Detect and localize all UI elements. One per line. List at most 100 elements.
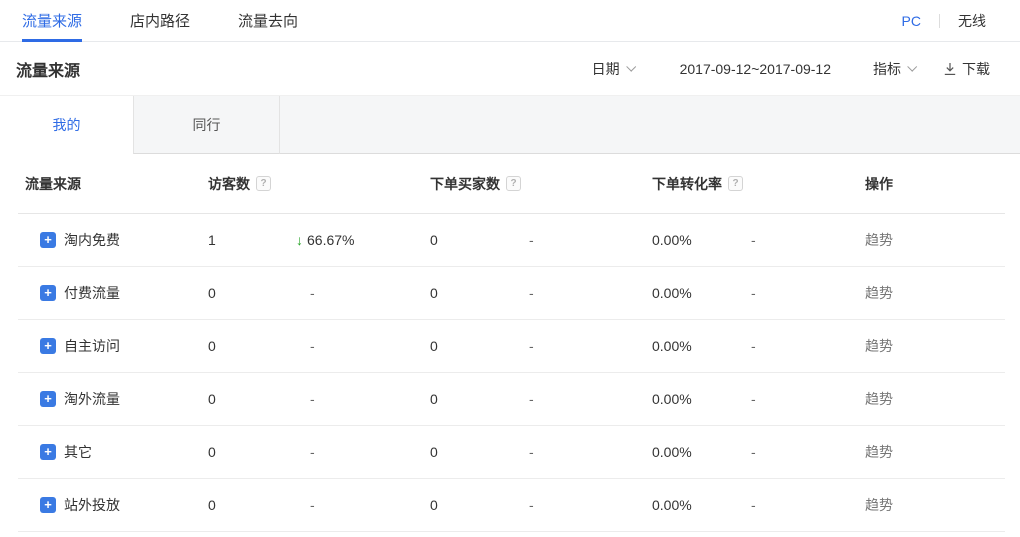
source-label: 淘内免费 [64,230,120,250]
active-tab-underline [22,39,82,42]
conversion-value: 0.00% [652,338,751,354]
topnav-item-traffic-destination[interactable]: 流量去向 [238,0,298,42]
help-icon[interactable]: ? [256,176,271,191]
expand-plus-icon[interactable]: + [40,497,56,513]
page-title: 流量来源 [16,57,80,81]
buyers-change: - [529,285,652,301]
buyers-value: 0 [430,444,529,460]
buyers-change: - [529,232,652,248]
visitors-value: 0 [208,497,296,513]
download-label: 下载 [962,59,990,79]
conversion-value: 0.00% [652,391,751,407]
column-header-source: 流量来源 [0,174,208,194]
buyers-value: 0 [430,497,529,513]
table-row: + 淘内免费 1 ↓ 66.67% 0 - 0.00% - 趋势 [0,214,1020,266]
buyers-change: - [529,391,652,407]
date-dropdown[interactable]: 日期 [592,59,634,79]
column-header-label: 下单买家数 [430,174,500,194]
trend-link[interactable]: 趋势 [865,497,893,513]
visitors-change: - [296,444,430,460]
column-header-action: 操作 [865,174,1020,194]
source-label: 自主访问 [64,336,120,356]
conversion-change: - [751,444,865,460]
visitors-value: 0 [208,444,296,460]
help-icon[interactable]: ? [728,176,743,191]
buyers-value: 0 [430,285,529,301]
table-row: + 站外投放 0 - 0 - 0.00% - 趋势 [0,479,1020,531]
tab-mine-label: 我的 [53,115,81,135]
trend-link[interactable]: 趋势 [865,444,893,460]
buyers-change: - [529,444,652,460]
source-label: 付费流量 [64,283,120,303]
source-label: 站外投放 [64,495,120,515]
tab-strip-filler [280,96,1020,154]
visitors-value: 0 [208,338,296,354]
help-icon[interactable]: ? [506,176,521,191]
buyers-change: - [529,497,652,513]
topnav-label: 店内路径 [130,10,190,31]
conversion-value: 0.00% [652,497,751,513]
expand-plus-icon[interactable]: + [40,338,56,354]
device-switcher: PC 无线 [902,11,986,31]
tab-strip: 我的 同行 [0,96,1020,154]
visitors-change: - [296,285,430,301]
expand-plus-icon[interactable]: + [40,285,56,301]
source-label: 其它 [64,442,92,462]
trend-link[interactable]: 趋势 [865,391,893,407]
trend-link[interactable]: 趋势 [865,338,893,354]
date-dropdown-label: 日期 [592,59,620,79]
metric-dropdown[interactable]: 指标 [873,59,915,79]
table-row: + 自主访问 0 - 0 - 0.00% - 趋势 [0,320,1020,372]
divider [939,14,940,28]
conversion-change: - [751,338,865,354]
topnav-label: 流量来源 [22,10,82,31]
tab-peer-label: 同行 [193,115,221,135]
topnav-item-traffic-source[interactable]: 流量来源 [22,0,82,42]
visitors-change: ↓ 66.67% [296,232,430,248]
expand-plus-icon[interactable]: + [40,232,56,248]
metric-dropdown-label: 指标 [873,59,901,79]
buyers-value: 0 [430,338,529,354]
visitors-value: 0 [208,285,296,301]
conversion-change: - [751,497,865,513]
expand-plus-icon[interactable]: + [40,444,56,460]
table-row: + 付费流量 0 - 0 - 0.00% - 趋势 [0,267,1020,319]
source-label: 淘外流量 [64,389,120,409]
visitors-change: - [296,338,430,354]
conversion-value: 0.00% [652,285,751,301]
traffic-source-table: 流量来源 访客数 ? 下单买家数 ? 下单转化率 ? 操作 + 淘内免费 1 ↓… [0,154,1020,532]
wireless-toggle[interactable]: 无线 [958,11,986,31]
download-icon [943,62,957,76]
top-nav: 流量来源 店内路径 流量去向 PC 无线 [0,0,1020,42]
date-range-picker[interactable]: 2017-09-12~2017-09-12 [680,61,831,77]
buyers-change: - [529,338,652,354]
column-header-visitors: 访客数 ? [208,174,296,194]
tab-mine[interactable]: 我的 [0,96,133,154]
visitors-change: - [296,497,430,513]
download-button[interactable]: 下载 [943,59,990,79]
trend-link[interactable]: 趋势 [865,232,893,248]
buyers-value: 0 [430,232,529,248]
panel-header: 流量来源 日期 2017-09-12~2017-09-12 指标 下载 [0,42,1020,96]
topnav-item-instore-path[interactable]: 店内路径 [130,0,190,42]
panel-controls: 日期 2017-09-12~2017-09-12 指标 下载 [592,59,1020,79]
visitors-value: 1 [208,232,296,248]
pc-toggle[interactable]: PC [902,13,921,29]
table-header-row: 流量来源 访客数 ? 下单买家数 ? 下单转化率 ? 操作 [0,154,1020,213]
column-header-label: 下单转化率 [652,174,722,194]
divider [18,531,1005,532]
topnav-label: 流量去向 [238,10,298,31]
conversion-value: 0.00% [652,232,751,248]
conversion-change: - [751,232,865,248]
column-header-conversion: 下单转化率 ? [652,174,751,194]
conversion-value: 0.00% [652,444,751,460]
column-header-buyers: 下单买家数 ? [430,174,529,194]
trend-link[interactable]: 趋势 [865,285,893,301]
chevron-down-icon [626,61,636,71]
expand-plus-icon[interactable]: + [40,391,56,407]
chevron-down-icon [907,61,917,71]
conversion-change: - [751,285,865,301]
visitors-value: 0 [208,391,296,407]
tab-peer[interactable]: 同行 [133,96,280,154]
column-header-label: 访客数 [208,174,250,194]
